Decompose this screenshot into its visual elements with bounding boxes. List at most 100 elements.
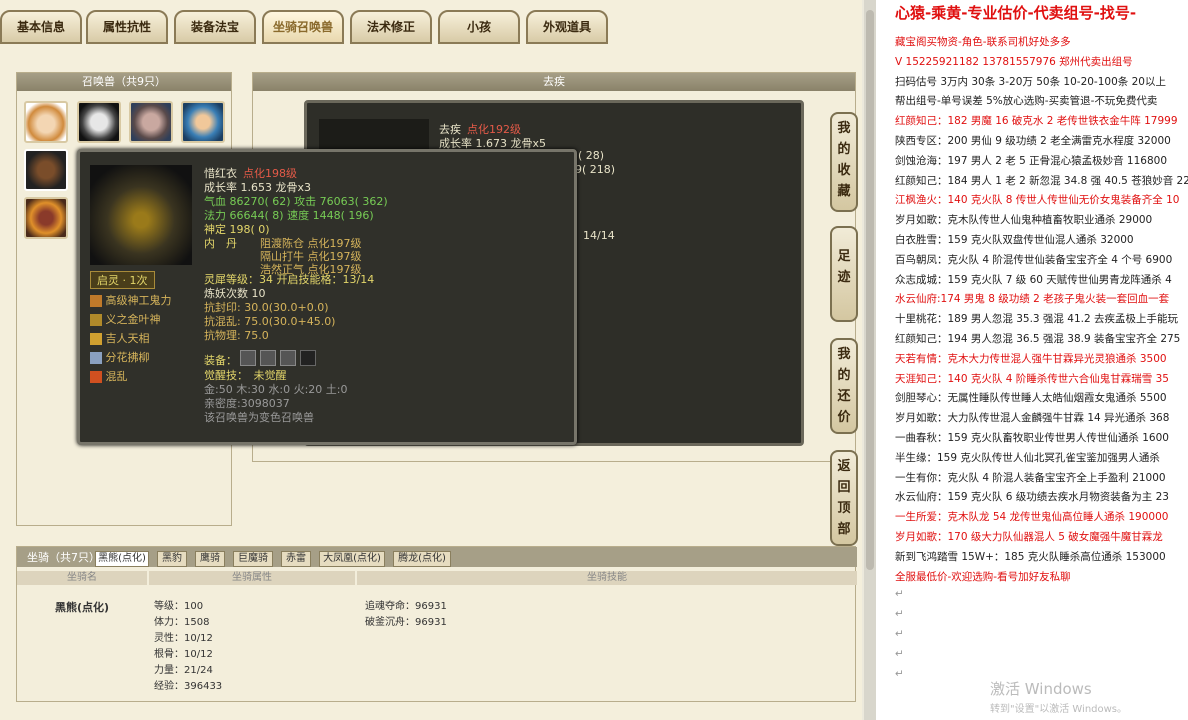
spd-value: 1448( 196) [312,209,374,222]
tab-mounts-pets[interactable]: 坐骑召唤兽 [262,10,344,44]
qiling-badge: 启灵 · 1次 [90,271,155,289]
side-button-label: 足迹 [837,249,851,285]
equip-slot[interactable] [240,350,256,366]
doc-line: 一生所爱：克木队龙 54 龙传世鬼仙高位睡人通杀 190000 [895,511,1169,524]
doc-title: 心猿-乘黄-专业估价-代卖组号-找号- [895,4,1137,22]
skill-name: 高级神工鬼力 [105,294,172,307]
tab-basic-info[interactable]: 基本信息 [0,10,82,44]
doc-line: 红颜知己：194 男人忽混 36.5 强混 38.9 装备宝宝齐全 275 [895,333,1181,345]
paragraph-mark: ↵ [895,647,904,660]
doc-line: 一生有你：克火队 4 阶混人装备宝宝齐全上手盈利 21000 [895,471,1166,484]
pet-avatar-selected[interactable] [24,149,68,191]
mount-stat: 根骨：10/12 [154,649,213,660]
skill-icon [90,352,102,364]
doc-line: 白衣胜雪：159 克火队双盘传世仙混人通杀 32000 [895,234,1134,246]
equip-label: 装备： [204,354,237,367]
windows-watermark: 激活 Windows [990,680,1092,698]
side-button-favorites[interactable]: 我的收藏 [830,112,858,212]
mount-tab[interactable]: 巨魔骑 [233,551,273,567]
doc-line: 百鸟朝凤：克火队 4 阶混传世仙装备宝宝齐全 4 个号 6900 [895,253,1173,266]
mount-stat: 灵性：10/12 [154,633,213,644]
doc-line: 帮出组号-单号误差 5%放心选购-买卖管退-不玩免费代卖 [895,95,1158,108]
tab-bar: 基本信息 属性抗性 装备法宝 坐骑召唤兽 法术修正 小孩 外观道具 [0,10,862,44]
skill-name: 吉人天相 [105,332,150,345]
pet-avatar[interactable] [77,101,121,143]
pet-avatar[interactable] [24,101,68,143]
tab-equipment[interactable]: 装备法宝 [174,10,256,44]
mount-header: 坐骑属性 [149,571,355,585]
skill-icon [90,314,102,326]
scrollbar-thumb[interactable] [866,10,874,570]
pet-avatar[interactable] [24,197,68,239]
skill-name: 分花拂柳 [105,351,150,364]
mount-stat: 等级：100 [154,601,204,612]
pet-skill[interactable]: 吉人天相 [90,330,150,346]
pet-skill[interactable]: 混乱 [90,368,128,384]
mount-header: 坐骑技能 [357,571,857,585]
mount-skill: 追魂夺命：96931 [365,601,447,612]
doc-line: 天涯知己：140 克火队 4 阶睡杀传世六合仙鬼甘霖瑞雪 35 [895,372,1169,385]
equip-slot[interactable] [280,350,296,366]
pet-tooltip: 惜红衣 点化198级 成长率 1.653 龙骨x3 气血 86270( 62) 攻… [77,149,577,445]
doc-line: 岁月如歌：大力队传世混人金麟强牛甘霖 14 异光通杀 368 [895,412,1170,425]
doc-line: 水云仙府：159 克火队 6 级功绩去疾水月物资装备为主 23 [895,491,1169,504]
document-panel: 心猿-乘黄-专业估价-代卖组号-找号- 藏宝阁买物资-角色-联系司机好处多多 V … [876,0,1188,720]
doc-line: 一曲春秋：159 克火队畜牧职业传世男人传世仙通杀 1600 [895,432,1169,444]
mount-skill: 破釜沉舟：96931 [365,617,447,628]
mount-tab[interactable]: 黑熊(点化) [95,551,149,567]
doc-line: 岁月如歌：170 级大力队仙器混人 5 破女魔强牛魔甘霖龙 [895,531,1163,543]
side-button-label: 我的还价 [837,347,851,425]
side-button-footprint[interactable]: 足迹 [830,226,858,322]
side-button-bargain[interactable]: 我的还价 [830,338,858,434]
pet-skill[interactable]: 分花拂柳 [90,349,150,365]
skill-icon [90,371,102,383]
mount-stat: 体力：1508 [154,617,210,628]
doc-line: 江枫渔火：140 克火队 8 传世人传世仙无价女鬼装备齐全 10 [895,194,1180,207]
paragraph-mark: ↵ [895,588,904,601]
doc-line: V 15225921182 13781557976 郑州代卖出组号 [895,55,1133,68]
doc-line: 天若有情：克木大力传世混人强牛甘霖异光灵狼通杀 3500 [895,352,1167,365]
pet-skill[interactable]: 高级神工鬼力 [90,292,172,308]
windows-watermark-hint: 转到"设置"以激活 Windows。 [990,704,1128,715]
mount-tab[interactable]: 腾龙(点化) [393,551,451,567]
pet-avatar[interactable] [181,101,225,143]
skill-icon [90,295,102,307]
game-window: 基本信息 属性抗性 装备法宝 坐骑召唤兽 法术修正 小孩 外观道具 召唤兽（共9… [0,0,862,720]
side-button-back-top[interactable]: 返回顶部 [830,450,858,546]
equip-slot[interactable] [260,350,276,366]
doc-line: 陕西专区：200 男仙 9 级功绩 2 老全满雷克水程度 32000 [895,135,1171,147]
doc-line: 剑蚀沧海：197 男人 2 老 5 正骨混心猿孟极妙音 116800 [895,154,1168,167]
doc-line: 岁月如歌：克木队传世人仙鬼种植畜牧职业通杀 29000 [895,214,1153,227]
pet-avatar[interactable] [129,101,173,143]
mount-panel: 坐骑（共7只） 黑熊(点化) 黑豹 鹰骑 巨魔骑 赤雷 大凤凰(点化) 腾龙(点… [16,546,857,702]
doc-line: 藏宝阁买物资-角色-联系司机好处多多 [895,36,1071,48]
doc-line: 全服最低价-欢迎选购-看号加好友私聊 [895,570,1071,583]
side-button-label: 我的收藏 [837,121,851,199]
mount-tab[interactable]: 赤雷 [281,551,311,567]
doc-line: 剑胆琴心：无属性睡队传世睡人太皓仙烟霞女鬼通杀 5500 [895,392,1167,405]
equip-slot[interactable] [300,350,316,366]
tab-spell-correction[interactable]: 法术修正 [350,10,432,44]
mount-name: 黑熊(点化) [55,601,110,614]
vertical-scrollbar[interactable] [864,0,876,720]
tab-child[interactable]: 小孩 [438,10,520,44]
mount-stat: 经验：396433 [154,681,223,692]
tab-appearance[interactable]: 外观道具 [526,10,608,44]
mount-tab[interactable]: 黑豹 [157,551,187,567]
pet-skill-slots: 14/14 [583,229,615,242]
mount-stat: 力量：21/24 [154,665,213,676]
skill-name: 混乱 [105,370,128,383]
doc-line: 十里桃花：189 男人忽混 35.3 强混 41.2 去疾孟极上手能玩 [895,313,1178,326]
mount-tab[interactable]: 鹰骑 [195,551,225,567]
spd-label: 速度 [287,209,310,222]
mount-count: 坐骑（共7只） [27,551,100,564]
paragraph-mark: ↵ [895,667,904,680]
doc-line: 扫码估号 3万内 30条 3-20万 50条 10-20-100条 20以上 [895,75,1166,88]
doc-line: 水云仙府:174 男鬼 8 级功绩 2 老孩子鬼火装一套回血一套 [895,293,1170,306]
mount-tab[interactable]: 大凤凰(点化) [319,551,385,567]
tab-attributes[interactable]: 属性抗性 [86,10,168,44]
paragraph-mark: ↵ [895,628,904,640]
pet-skill[interactable]: 义之金叶神 [90,311,161,327]
side-button-label: 返回顶部 [837,459,851,537]
doc-line: 半生缘：159 克火队传世人仙北冥孔雀宝鉴加强男人通杀 [895,451,1160,464]
